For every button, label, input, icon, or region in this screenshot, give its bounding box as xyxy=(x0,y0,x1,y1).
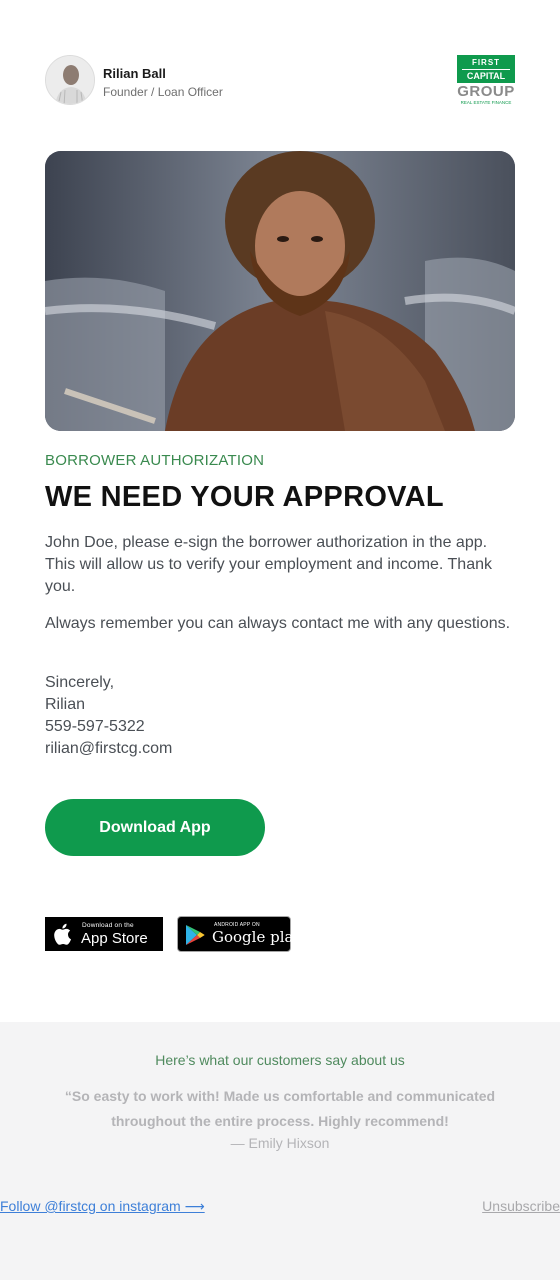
testimonial-title: Here’s what our customers say about us xyxy=(155,1052,405,1068)
logo-text-capital: CAPITAL xyxy=(462,69,510,81)
body-paragraph-1: John Doe, please e-sign the borrower aut… xyxy=(45,534,492,595)
app-store-badge[interactable]: Download on the App Store xyxy=(45,917,163,951)
unsubscribe-link[interactable]: Unsubscribe xyxy=(482,1198,560,1214)
signature-closing: Sincerely, xyxy=(45,674,115,691)
email-footer: Here’s what our customers say about us “… xyxy=(0,1022,560,1280)
sender-role: Founder / Loan Officer xyxy=(103,85,223,99)
google-play-badge[interactable]: ANDROID APP ON Google play xyxy=(177,916,302,952)
section-eyebrow: BORROWER AUTHORIZATION xyxy=(45,452,265,469)
logo-text-sub: REAL ESTATE FINANCE xyxy=(460,100,512,105)
signature-email: rilian@firstcg.com xyxy=(45,740,173,757)
headline: WE NEED YOUR APPROVAL xyxy=(45,481,444,513)
signature-name: Rilian xyxy=(45,696,86,713)
company-logo: FIRST CAPITAL GROUP REAL ESTATE FINANCE xyxy=(457,55,515,107)
download-app-button[interactable]: Download App xyxy=(45,799,265,856)
email-header: Rilian Ball Founder / Loan Officer FIRST… xyxy=(45,55,515,107)
app-store-big-text: App Store xyxy=(81,930,148,947)
avatar xyxy=(45,55,95,105)
logo-text-group: GROUP xyxy=(457,83,515,100)
signature-block: Sincerely, Rilian 559-597-5322 rilian@fi… xyxy=(45,672,172,760)
google-play-icon xyxy=(186,925,205,945)
apple-icon xyxy=(54,923,71,945)
logo-text-first: FIRST xyxy=(471,58,501,67)
testimonial-author: — Emily Hixson xyxy=(230,1135,330,1151)
logo-box: FIRST CAPITAL xyxy=(457,55,515,83)
google-play-big-text: Google play xyxy=(212,928,302,946)
testimonial-quote: “So easty to work with! Made us comforta… xyxy=(64,1088,496,1129)
body-paragraph-2: Always remember you can always contact m… xyxy=(45,615,511,632)
instagram-follow-link[interactable]: Follow @firstcg on instagram ⟶ xyxy=(0,1198,205,1215)
signature-phone: 559-597-5322 xyxy=(45,718,145,735)
hero-image xyxy=(45,151,515,431)
app-store-small-text: Download on the xyxy=(82,922,134,929)
sender-name: Rilian Ball xyxy=(103,66,166,81)
